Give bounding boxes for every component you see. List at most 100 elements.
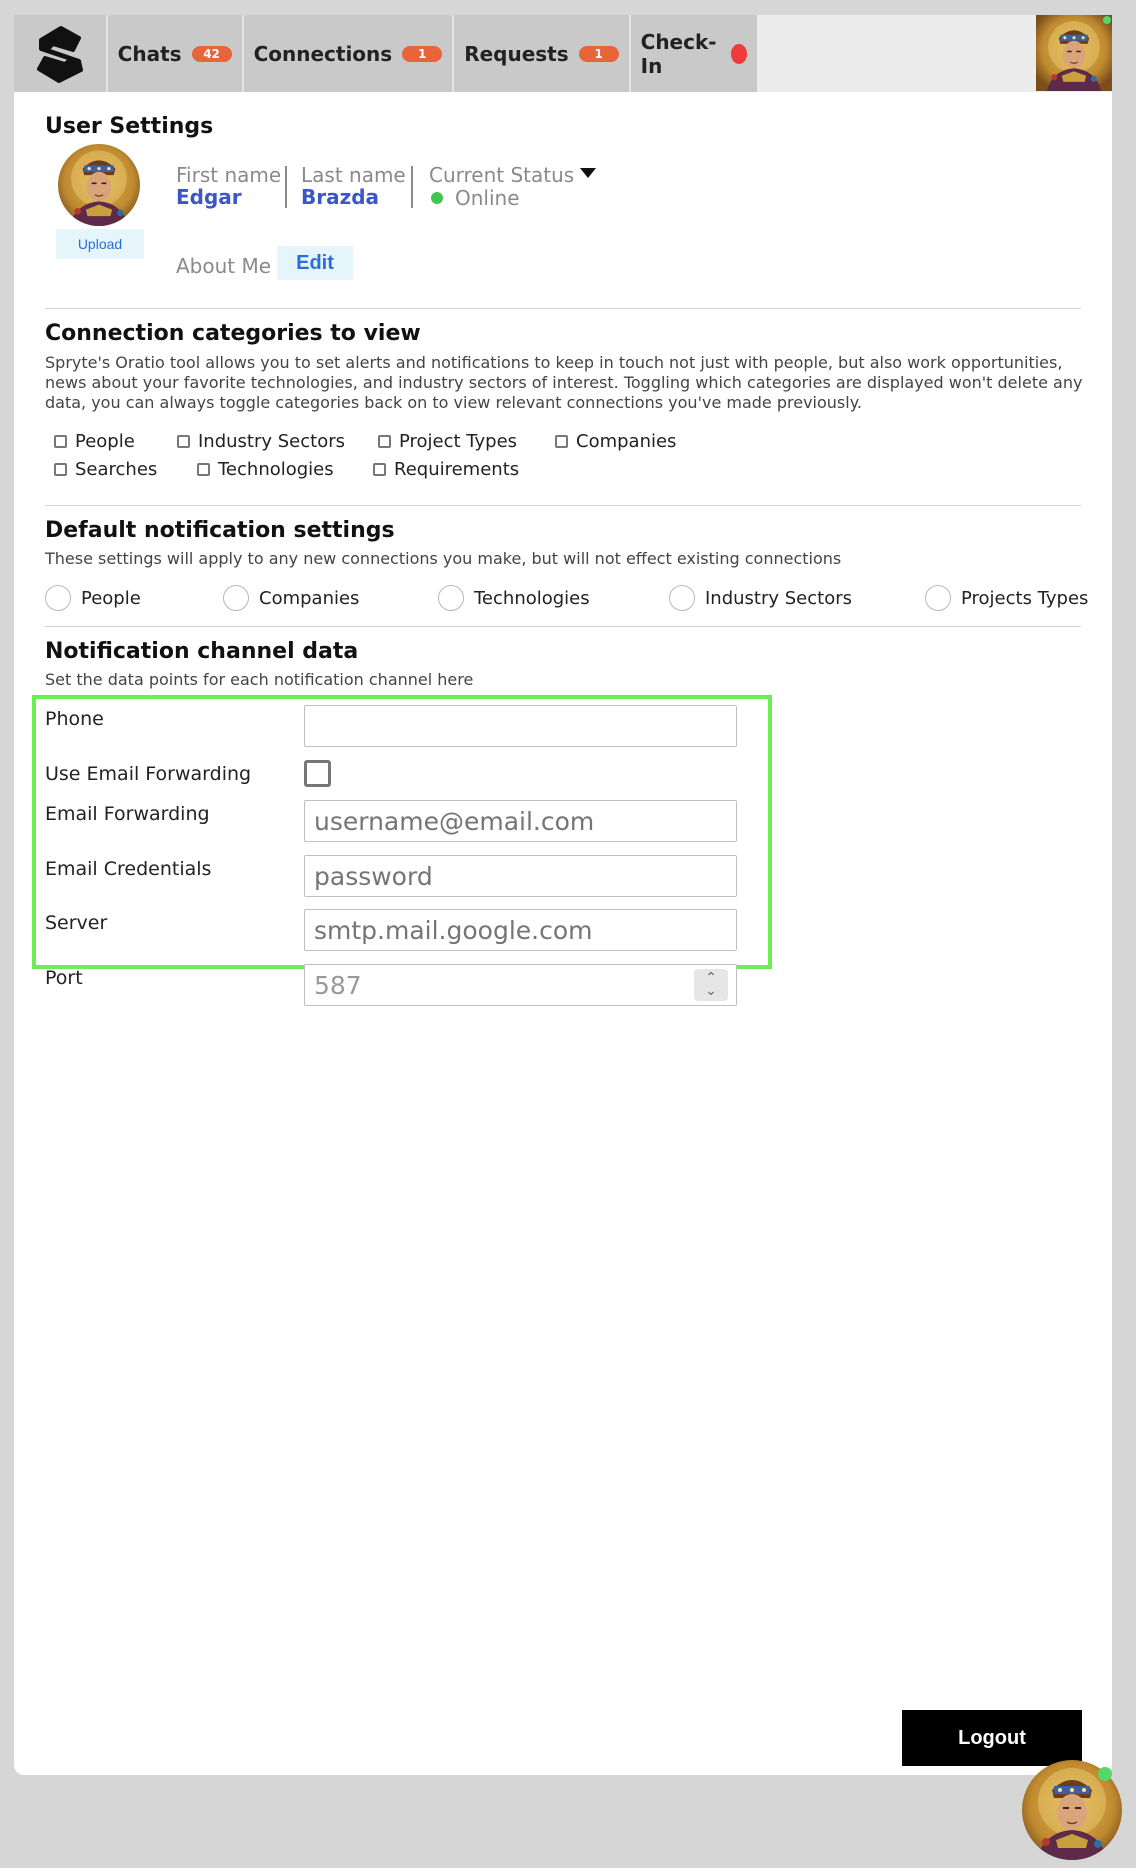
category-people[interactable]: People [54,431,135,452]
email-credentials-input[interactable] [304,855,737,897]
online-indicator [1103,16,1111,24]
defaults-description: These settings will apply to any new con… [45,549,842,568]
category-checkbox[interactable] [54,463,67,476]
nav-user-avatar[interactable] [1036,15,1112,91]
categories-title: Connection categories to view [45,321,421,346]
channel-description: Set the data points for each notificatio… [45,670,474,689]
nav-connections[interactable]: Connections 1 [244,15,455,92]
use-email-forwarding-checkbox[interactable] [304,760,331,787]
nav-tabs: Chats 42 Connections 1 Requests 1 Check-… [14,15,757,92]
category-checkbox[interactable] [54,435,67,448]
default-companies[interactable]: Companies [223,585,359,611]
status-value: Online [429,186,596,210]
connections-count-badge: 1 [402,45,443,62]
radio-label: Technologies [474,587,590,609]
edit-about-button[interactable]: Edit [277,246,353,280]
category-checkbox[interactable] [197,463,210,476]
default-industry-sectors[interactable]: Industry Sectors [669,585,852,611]
radio-button[interactable] [438,585,464,611]
last-name-group: Last name Brazda [301,164,406,208]
category-companies[interactable]: Companies [555,431,676,452]
status-value-text: Online [455,186,520,210]
radio-button[interactable] [45,585,71,611]
nav-chats[interactable]: Chats 42 [108,15,244,92]
radio-button[interactable] [925,585,951,611]
chevron-down-icon[interactable]: ⌄ [705,984,717,998]
chats-count-badge: 42 [191,45,232,62]
avatar-image [58,144,140,226]
status-label-text: Current Status [429,163,575,187]
use-email-forwarding-label: Use Email Forwarding [45,763,252,785]
logout-button[interactable]: Logout [902,1710,1082,1766]
settings-card: User Settings Upload First name Edgar La… [14,92,1112,1775]
category-checkbox[interactable] [378,435,391,448]
first-name-label: First name [176,163,282,187]
profile-avatar [58,144,140,226]
radio-button[interactable] [223,585,249,611]
nav-requests[interactable]: Requests 1 [454,15,631,92]
online-indicator [1098,1767,1112,1781]
radio-label: Companies [259,587,360,609]
nav-chats-label: Chats [117,41,182,66]
category-checkbox[interactable] [177,435,190,448]
user-settings-title: User Settings [45,114,214,139]
radio-label: Industry Sectors [705,587,853,609]
category-label: People [75,431,135,452]
default-technologies[interactable]: Technologies [438,585,590,611]
defaults-title: Default notification settings [45,518,395,543]
home-logo[interactable] [14,15,108,92]
nav-connections-label: Connections [253,41,393,66]
upload-button[interactable]: Upload [56,229,144,259]
status-dropdown[interactable]: Current Status Online [429,163,597,210]
email-forwarding-input[interactable] [304,800,737,842]
email-credentials-label: Email Credentials [45,858,212,880]
categories-description: Spryte's Oratio tool allows you to set a… [45,353,1083,412]
port-input[interactable]: 587 ⌃ ⌄ [304,964,737,1006]
category-industry-sectors[interactable]: Industry Sectors [177,431,345,452]
section-divider [45,505,1081,506]
server-input[interactable] [304,909,737,951]
category-label: Industry Sectors [198,431,346,452]
port-stepper[interactable]: ⌃ ⌄ [694,969,728,1001]
divider [285,166,287,208]
port-placeholder: 587 [314,970,362,1000]
check-in-status-dot [730,43,747,64]
category-label: Project Types [399,431,518,452]
requests-count-badge: 1 [578,45,619,62]
nav-check-in-label: Check-In [640,29,717,78]
section-divider [45,308,1081,309]
radio-button[interactable] [669,585,695,611]
nav-requests-label: Requests [464,41,569,66]
category-technologies[interactable]: Technologies [197,459,334,480]
nav-check-in[interactable]: Check-In [631,15,757,92]
category-checkbox[interactable] [373,463,386,476]
last-name-value[interactable]: Brazda [301,186,406,208]
category-label: Technologies [218,459,334,480]
default-people[interactable]: People [45,585,141,611]
radio-label: Projects Types [961,587,1089,609]
category-requirements[interactable]: Requirements [373,459,519,480]
first-name-value[interactable]: Edgar [176,186,281,208]
category-checkbox[interactable] [555,435,568,448]
phone-label: Phone [45,708,104,730]
category-searches[interactable]: Searches [54,459,157,480]
phone-input[interactable] [304,705,737,747]
category-label: Requirements [394,459,520,480]
avatar-image [1036,15,1112,91]
status-label: Current Status [429,163,597,187]
top-nav: Chats 42 Connections 1 Requests 1 Check-… [14,15,1112,92]
category-label: Companies [576,431,677,452]
email-forwarding-label: Email Forwarding [45,803,210,825]
category-label: Searches [75,459,158,480]
caret-down-icon [580,168,597,178]
port-label: Port [45,967,83,989]
channel-title: Notification channel data [45,639,359,664]
first-name-group: First name Edgar [176,164,281,208]
category-project-types[interactable]: Project Types [378,431,517,452]
s-logo-icon [36,25,83,83]
section-divider [45,626,1081,627]
online-dot-icon [431,192,443,204]
default-projects-types[interactable]: Projects Types [925,585,1088,611]
last-name-label: Last name [301,163,406,187]
about-me-label: About Me [176,254,272,278]
